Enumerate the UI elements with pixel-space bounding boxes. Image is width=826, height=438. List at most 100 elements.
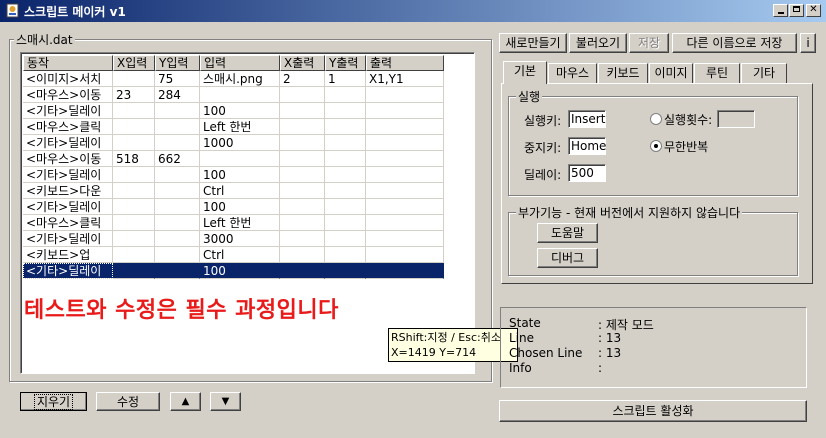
cell-y-in bbox=[155, 215, 200, 231]
move-down-button[interactable]: ▼ bbox=[210, 392, 241, 411]
cell-action: <마우스>이동 bbox=[23, 87, 113, 103]
cell-y-in bbox=[155, 263, 200, 279]
cell-x-out bbox=[280, 263, 325, 279]
cell-output bbox=[366, 119, 444, 135]
cell-action: <기타>딜레이 bbox=[23, 103, 113, 119]
cell-input: 3000 bbox=[200, 231, 280, 247]
info-button[interactable]: i bbox=[800, 33, 816, 53]
tooltip-hotkeys: RShift:지정 / Esc:취소 bbox=[391, 331, 501, 344]
cell-input: 100 bbox=[200, 263, 280, 279]
cell-x-in bbox=[113, 215, 155, 231]
cell-y-out bbox=[325, 263, 366, 279]
run-group-label: 실행 bbox=[516, 88, 543, 105]
table-row[interactable]: <기타>딜레이 100 bbox=[23, 103, 444, 119]
tab-basic[interactable]: 기본 bbox=[503, 61, 547, 84]
table-row[interactable]: <기타>딜레이 100 bbox=[23, 167, 444, 183]
cell-y-out bbox=[325, 87, 366, 103]
list-body: <이미지>서치 75 스매시.png 2 1 X1,Y1 <마우스>이동 23 284 <기타>딜… bbox=[23, 71, 444, 279]
state-label: State bbox=[509, 316, 541, 330]
info-label: Info bbox=[509, 361, 532, 375]
cell-output bbox=[366, 135, 444, 151]
cell-y-out bbox=[325, 231, 366, 247]
tab-keyboard[interactable]: 키보드 bbox=[598, 63, 648, 83]
stop-key-label: 중지키: bbox=[524, 141, 562, 155]
stop-key-field[interactable]: Home bbox=[568, 137, 606, 155]
cell-y-in bbox=[155, 103, 200, 119]
debug-button[interactable]: 디버그 bbox=[537, 248, 598, 268]
run-count-radio[interactable] bbox=[650, 113, 662, 125]
script-filename: 스매시.dat bbox=[14, 31, 75, 48]
cell-output: X1,Y1 bbox=[366, 71, 444, 87]
infinite-repeat-radio[interactable] bbox=[650, 140, 662, 152]
close-button[interactable]: ✕ bbox=[806, 4, 821, 17]
column-header-output[interactable]: 출력 bbox=[366, 55, 444, 71]
table-row[interactable]: <기타>딜레이 3000 bbox=[23, 231, 444, 247]
table-row[interactable]: <마우스>이동 23 284 bbox=[23, 87, 444, 103]
cell-y-in bbox=[155, 199, 200, 215]
cell-output bbox=[366, 87, 444, 103]
cell-action: <키보드>다운 bbox=[23, 183, 113, 199]
table-row[interactable]: <기타>딜레이 100 bbox=[23, 263, 444, 279]
cell-x-in bbox=[113, 119, 155, 135]
save-as-button[interactable]: 다른 이름으로 저장 bbox=[672, 33, 797, 53]
cell-x-in bbox=[113, 247, 155, 263]
move-up-button[interactable]: ▲ bbox=[170, 392, 201, 411]
cell-output bbox=[366, 215, 444, 231]
cell-input: 스매시.png bbox=[200, 71, 280, 87]
table-row[interactable]: <키보드>업 Ctrl bbox=[23, 247, 444, 263]
table-row[interactable]: <마우스>클릭 Left 한번 bbox=[23, 119, 444, 135]
minimize-button[interactable] bbox=[773, 4, 788, 17]
new-script-button[interactable]: 새로만들기 bbox=[499, 33, 567, 53]
column-header-x-in[interactable]: X입력 bbox=[113, 55, 155, 71]
cell-output bbox=[366, 231, 444, 247]
close-icon: ✕ bbox=[809, 4, 818, 15]
table-row[interactable]: <마우스>클릭 Left 한번 bbox=[23, 215, 444, 231]
table-row[interactable]: <기타>딜레이 100 bbox=[23, 199, 444, 215]
title-bar[interactable]: 스크립트 메이커 v1 ✕ bbox=[0, 0, 826, 22]
table-row[interactable]: <이미지>서치 75 스매시.png 2 1 X1,Y1 bbox=[23, 71, 444, 87]
load-button[interactable]: 불러오기 bbox=[569, 33, 627, 53]
tab-etc[interactable]: 기타 bbox=[741, 63, 787, 83]
help-button[interactable]: 도움말 bbox=[537, 223, 598, 243]
column-header-y-in[interactable]: Y입력 bbox=[155, 55, 200, 71]
tab-mouse[interactable]: 마우스 bbox=[548, 63, 597, 83]
app-icon bbox=[6, 3, 19, 18]
cell-y-out bbox=[325, 215, 366, 231]
cell-output bbox=[366, 103, 444, 119]
table-row[interactable]: <마우스>이동 518 662 bbox=[23, 151, 444, 167]
delete-button[interactable]: 지우기 bbox=[20, 392, 87, 411]
cell-x-in: 518 bbox=[113, 151, 155, 167]
cell-y-out bbox=[325, 247, 366, 263]
table-row[interactable]: <기타>딜레이 1000 bbox=[23, 135, 444, 151]
cell-x-out bbox=[280, 247, 325, 263]
cell-x-out: 2 bbox=[280, 71, 325, 87]
action-list[interactable]: 동작 X입력 Y입력 입력 X출력 Y출력 출력 <이미지>서치 75 스매시.png 2 1 X1,… bbox=[20, 52, 475, 374]
run-key-field[interactable]: Insert bbox=[568, 110, 606, 128]
tab-image[interactable]: 이미지 bbox=[649, 63, 693, 83]
column-header-action[interactable]: 동작 bbox=[23, 55, 113, 71]
cell-x-out bbox=[280, 215, 325, 231]
chosen-line-label: Chosen Line bbox=[509, 346, 583, 360]
cell-input: 100 bbox=[200, 167, 280, 183]
column-header-y-out[interactable]: Y출력 bbox=[325, 55, 366, 71]
activate-script-button[interactable]: 스크립트 활성화 bbox=[499, 400, 807, 422]
cell-action: <마우스>클릭 bbox=[23, 215, 113, 231]
info-value: : bbox=[598, 361, 603, 375]
tab-routine[interactable]: 루틴 bbox=[694, 63, 740, 83]
run-count-field[interactable] bbox=[717, 110, 755, 128]
cell-action: <이미지>서치 bbox=[23, 71, 113, 87]
chosen-line-value: : 13 bbox=[598, 346, 622, 360]
delay-field[interactable]: 500 bbox=[568, 164, 606, 182]
table-row[interactable]: <키보드>다운 Ctrl bbox=[23, 183, 444, 199]
cell-output bbox=[366, 247, 444, 263]
edit-button[interactable]: 수정 bbox=[96, 392, 160, 411]
cell-x-in bbox=[113, 103, 155, 119]
cell-y-out bbox=[325, 151, 366, 167]
save-button[interactable]: 저장 bbox=[629, 33, 669, 53]
cell-output bbox=[366, 263, 444, 279]
run-count-label: 실행횟수: bbox=[664, 113, 713, 127]
maximize-button[interactable] bbox=[789, 4, 804, 17]
column-header-x-out[interactable]: X출력 bbox=[280, 55, 325, 71]
column-header-input[interactable]: 입력 bbox=[200, 55, 280, 71]
cell-y-in: 75 bbox=[155, 71, 200, 87]
